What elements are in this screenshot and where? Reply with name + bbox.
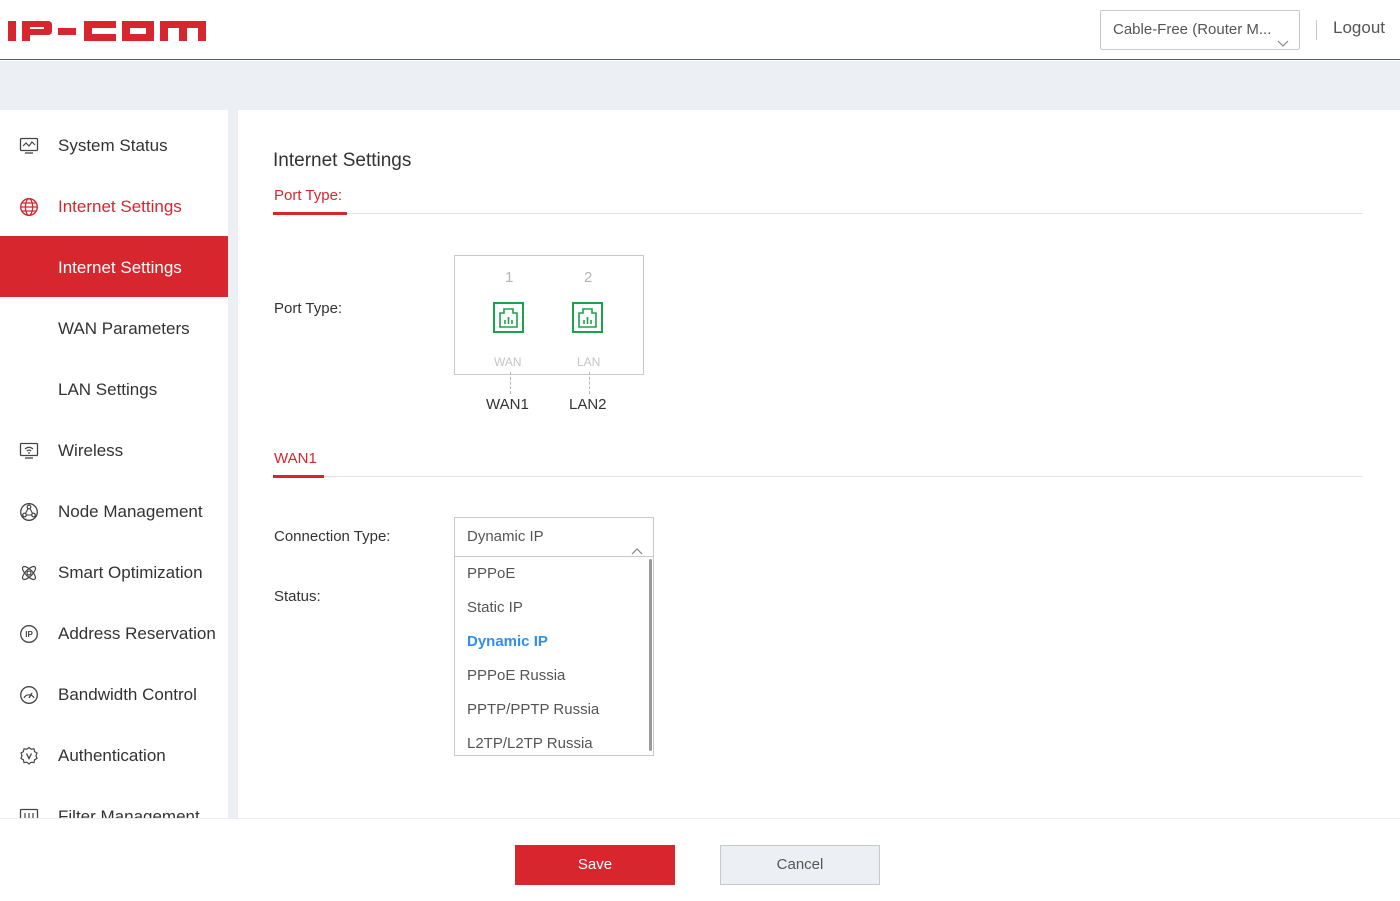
connection-type-label: Connection Type: bbox=[274, 528, 391, 545]
sidebar-item-label: System Status bbox=[58, 136, 168, 155]
cancel-button[interactable]: Cancel bbox=[720, 845, 880, 885]
mode-select[interactable]: Cable-Free (Router M... bbox=[1100, 10, 1300, 50]
sidebar-subitem-lan-settings[interactable]: LAN Settings bbox=[0, 358, 228, 419]
sidebar-item-node-management[interactable]: Node Management bbox=[0, 480, 228, 541]
sidebar-item-address-reservation[interactable]: IP Address Reservation bbox=[0, 602, 228, 663]
sidebar-item-filter-management[interactable]: Filter Management bbox=[0, 785, 228, 818]
dropdown-option-pppoe-russia[interactable]: PPPoE Russia bbox=[455, 659, 649, 693]
sidebar-scroll-rail[interactable] bbox=[228, 110, 238, 818]
dropdown-option-pppoe[interactable]: PPPoE bbox=[455, 557, 649, 591]
sidebar-item-label: WAN Parameters bbox=[58, 319, 190, 338]
ethernet-port-icon[interactable] bbox=[572, 302, 603, 338]
port-type-label: Port Type: bbox=[274, 300, 343, 317]
top-header: Cable-Free (Router M... Logout bbox=[0, 0, 1400, 60]
chevron-down-icon bbox=[1277, 25, 1289, 63]
dropdown-option-pptp-russia[interactable]: PPTP/PPTP Russia bbox=[455, 693, 649, 727]
ethernet-port-icon[interactable] bbox=[493, 302, 524, 338]
breadcrumb-band bbox=[0, 61, 1400, 110]
connection-type-value: Dynamic IP bbox=[467, 528, 544, 545]
page-title: Internet Settings bbox=[273, 150, 412, 171]
sidebar-item-label: Smart Optimization bbox=[58, 563, 203, 582]
ip-icon: IP bbox=[19, 624, 39, 644]
globe-icon bbox=[19, 197, 39, 217]
svg-text:IP: IP bbox=[25, 630, 33, 639]
sidebar-item-internet-settings[interactable]: Internet Settings bbox=[0, 175, 228, 236]
sidebar-subitem-wan-parameters[interactable]: WAN Parameters bbox=[0, 297, 228, 358]
sidebar-item-authentication[interactable]: Authentication bbox=[0, 724, 228, 785]
gauge-icon bbox=[19, 685, 39, 705]
status-label: Status: bbox=[274, 588, 321, 605]
sidebar-item-label: Node Management bbox=[58, 502, 203, 521]
footer-bar bbox=[0, 818, 1400, 901]
sidebar-item-bandwidth-control[interactable]: Bandwidth Control bbox=[0, 663, 228, 724]
connection-type-dropdown: PPPoE Static IP Dynamic IP PPPoE Russia … bbox=[454, 556, 654, 756]
dropdown-option-static-ip[interactable]: Static IP bbox=[455, 591, 649, 625]
mode-select-value: Cable-Free (Router M... bbox=[1113, 21, 1272, 38]
ip-com-logo bbox=[8, 19, 208, 49]
dropdown-scrollbar[interactable] bbox=[649, 559, 652, 751]
logout-link[interactable]: Logout bbox=[1333, 18, 1385, 38]
sidebar-item-label: Bandwidth Control bbox=[58, 685, 197, 704]
node-icon bbox=[19, 502, 39, 522]
sidebar-item-label: Filter Management bbox=[58, 807, 200, 818]
monitor-icon bbox=[19, 136, 39, 156]
section-divider bbox=[273, 213, 1363, 214]
port-connector-line bbox=[510, 372, 511, 394]
sidebar: System Status Internet Settings Internet… bbox=[0, 110, 228, 818]
main-panel bbox=[238, 110, 1400, 818]
header-divider bbox=[1316, 20, 1317, 40]
sidebar-item-label: Authentication bbox=[58, 746, 166, 765]
section-divider bbox=[273, 476, 1363, 477]
sidebar-item-system-status[interactable]: System Status bbox=[0, 114, 228, 175]
shield-v-icon bbox=[19, 746, 39, 766]
tab-port-type[interactable]: Port Type: bbox=[274, 187, 342, 204]
sidebar-item-label: Internet Settings bbox=[58, 197, 182, 216]
port-name: LAN2 bbox=[569, 396, 607, 413]
tab-wan1[interactable]: WAN1 bbox=[274, 450, 317, 467]
sidebar-item-label: Address Reservation bbox=[58, 624, 216, 643]
port-type-caption: LAN bbox=[577, 355, 601, 369]
sidebar-subitem-internet-settings[interactable]: Internet Settings bbox=[0, 236, 228, 297]
sidebar-item-wireless[interactable]: Wireless bbox=[0, 419, 228, 480]
port-connector-line bbox=[589, 372, 590, 394]
sidebar-item-label: LAN Settings bbox=[58, 380, 158, 399]
port-diagram: 1 2 WAN LAN bbox=[454, 255, 644, 375]
sidebar-item-label: Wireless bbox=[58, 441, 124, 460]
connection-type-select[interactable]: Dynamic IP bbox=[454, 517, 654, 557]
tab-active-underline bbox=[273, 212, 347, 215]
port-number: 2 bbox=[584, 269, 593, 286]
atom-icon bbox=[19, 563, 39, 583]
tab-active-underline bbox=[273, 475, 324, 478]
dropdown-option-l2tp-russia[interactable]: L2TP/L2TP Russia bbox=[455, 727, 649, 755]
port-type-caption: WAN bbox=[494, 355, 522, 369]
wifi-icon bbox=[19, 441, 39, 461]
port-name: WAN1 bbox=[486, 396, 529, 413]
sidebar-item-smart-optimization[interactable]: Smart Optimization bbox=[0, 541, 228, 602]
sidebar-item-label: Internet Settings bbox=[58, 258, 182, 277]
save-button[interactable]: Save bbox=[515, 845, 675, 885]
port-number: 1 bbox=[505, 269, 514, 286]
dropdown-option-dynamic-ip[interactable]: Dynamic IP bbox=[455, 625, 649, 659]
filter-icon bbox=[19, 807, 39, 818]
